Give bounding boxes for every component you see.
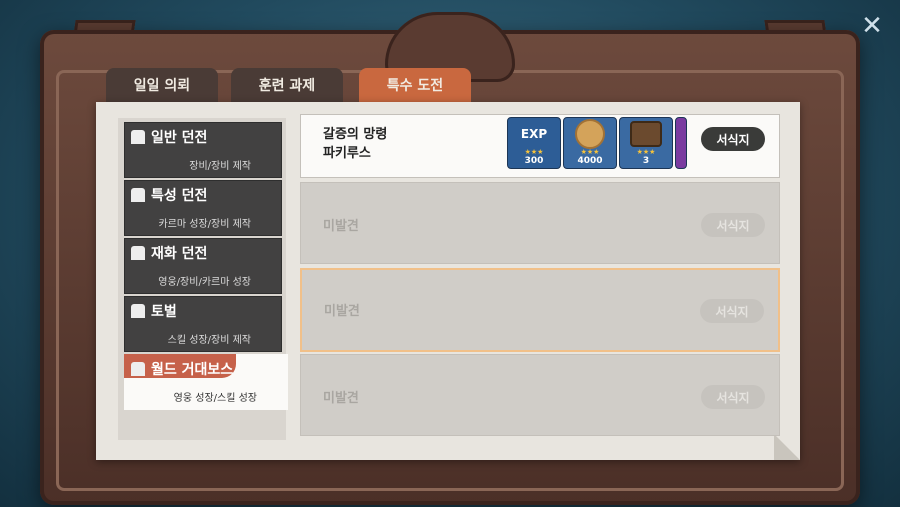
gold-coin-icon [564, 118, 616, 150]
category-subjugation[interactable]: 토벌 스킬 성장/장비 제작 [124, 296, 282, 352]
reward-stars: ★★★ [636, 148, 656, 156]
tab-daily[interactable]: 일일 의뢰 [106, 68, 218, 102]
reward-count: 300 [524, 156, 544, 166]
reward-count: 4000 [577, 156, 603, 166]
undiscovered-label: 미발견 [324, 304, 360, 319]
boss-card-locked[interactable]: 미발견 서식지 [300, 268, 780, 352]
boss-icon [131, 362, 145, 376]
habitat-button[interactable]: 서식지 [700, 299, 764, 323]
close-icon[interactable]: ✕ [858, 12, 886, 40]
boss-name: 갈증의 망령 파키루스 [323, 127, 388, 161]
reward-exp[interactable]: EXP ★★★ 300 [507, 117, 561, 169]
category-title: 토벌 [151, 304, 177, 320]
category-sidebar: 일반 던전 장비/장비 제작 특성 던전 카르마 성장/장비 제작 재화 던전 … [118, 118, 288, 440]
chest-icon [620, 118, 672, 150]
dungeon-icon [131, 188, 145, 202]
reward-partial [675, 117, 687, 169]
undiscovered-label: 미발견 [323, 391, 359, 406]
dungeon-icon [131, 130, 145, 144]
habitat-button[interactable]: 서식지 [701, 385, 765, 409]
reward-stars: ★★★ [524, 148, 544, 156]
helmet-icon [131, 304, 145, 318]
category-trait-dungeon[interactable]: 특성 던전 카르마 성장/장비 제작 [124, 180, 282, 236]
reward-count: 3 [642, 156, 650, 166]
dungeon-icon [131, 246, 145, 260]
tab-training[interactable]: 훈련 과제 [231, 68, 343, 102]
undiscovered-label: 미발견 [323, 219, 359, 234]
habitat-button[interactable]: 서식지 [701, 213, 765, 237]
exp-icon: EXP [520, 127, 548, 141]
category-title: 재화 던전 [151, 246, 208, 262]
category-subtitle: 스킬 성장/장비 제작 [167, 335, 251, 346]
reward-material[interactable]: ★★★ 3 [619, 117, 673, 169]
category-subtitle: 장비/장비 제작 [189, 161, 251, 172]
boss-card[interactable]: 갈증의 망령 파키루스 EXP ★★★ 300 ★★★ 4000 ★★★ 3 서… [300, 114, 780, 178]
category-currency-dungeon[interactable]: 재화 던전 영웅/장비/카르마 성장 [124, 238, 282, 294]
category-title: 특성 던전 [151, 188, 208, 204]
category-subtitle: 영웅/장비/카르마 성장 [158, 277, 251, 288]
category-title: 월드 거대보스 [151, 362, 234, 378]
reward-stars: ★★★ [580, 148, 600, 156]
category-title: 일반 던전 [151, 130, 208, 146]
category-subtitle: 카르마 성장/장비 제작 [158, 219, 251, 230]
boss-card-locked[interactable]: 미발견 서식지 [300, 182, 780, 264]
category-subtitle: 영웅 성장/스킬 성장 [173, 393, 257, 404]
category-normal-dungeon[interactable]: 일반 던전 장비/장비 제작 [124, 122, 282, 178]
tab-special[interactable]: 특수 도전 [359, 68, 471, 102]
category-world-boss[interactable]: 월드 거대보스 영웅 성장/스킬 성장 [124, 354, 288, 410]
boss-card-locked[interactable]: 미발견 서식지 [300, 354, 780, 436]
habitat-button[interactable]: 서식지 [701, 127, 765, 151]
reward-gold[interactable]: ★★★ 4000 [563, 117, 617, 169]
